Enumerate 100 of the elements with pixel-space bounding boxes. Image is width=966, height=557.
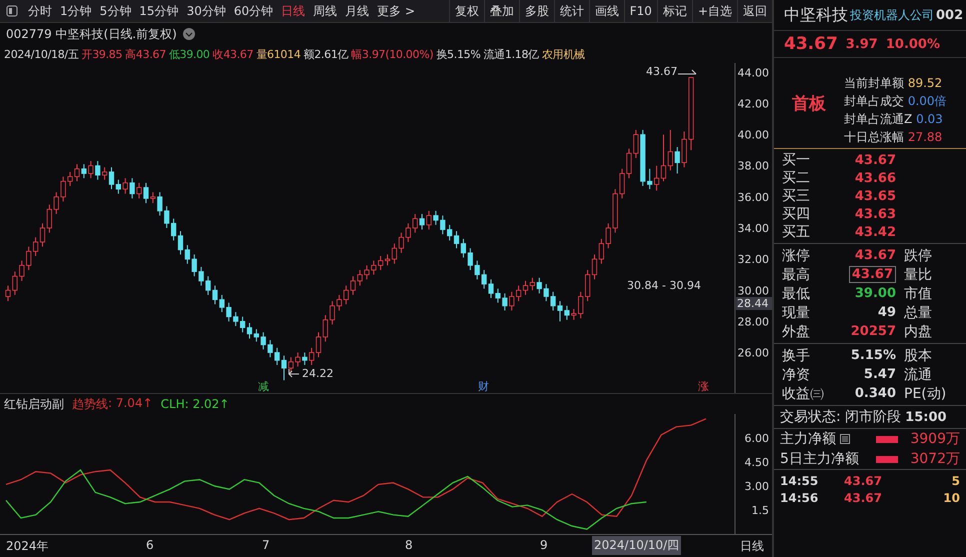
candlestick	[150, 192, 156, 204]
stat-value: 43.67	[848, 266, 896, 283]
stat-value: 20257	[850, 324, 896, 339]
dropdown-icon[interactable]	[182, 28, 195, 40]
toolbar-button[interactable]: 返回	[737, 0, 772, 22]
toolbar-button[interactable]: 画线	[588, 0, 624, 22]
stat-label: PE(动)	[903, 384, 948, 402]
stat-value: 39.00	[854, 286, 896, 301]
tick-time: 14:56	[780, 490, 820, 504]
quote-text: 2024/10/18/五	[4, 46, 79, 62]
stat-label: 涨停	[782, 246, 811, 264]
indicator-tick: 3.00	[744, 480, 769, 493]
candlestick	[564, 305, 570, 320]
price-tick: 32.00	[738, 253, 769, 266]
quote-text: 量61014	[256, 46, 301, 62]
candlestick	[102, 166, 108, 180]
tick-volume: 10	[943, 490, 960, 504]
period-label: 日线	[740, 538, 764, 555]
list-icon[interactable]	[840, 434, 850, 444]
candlestick	[654, 165, 660, 192]
stat-label: 股本	[903, 346, 933, 364]
period-tab[interactable]: 5分钟	[96, 0, 136, 22]
price-change: 3.97	[846, 36, 878, 52]
indicator-tick: 4.50	[744, 456, 769, 469]
candlestick	[81, 164, 86, 179]
candlestick	[5, 285, 11, 302]
price-tick: 26.00	[738, 346, 769, 360]
period-tab[interactable]: 30分钟	[182, 0, 230, 22]
more-button[interactable]: 更多 >	[373, 0, 419, 22]
seal-value: 27.88	[908, 130, 942, 144]
candlestick	[143, 182, 149, 204]
candlestick	[212, 285, 218, 305]
toolbar-button[interactable]: 标记	[656, 0, 692, 22]
status-time: 15:00	[905, 410, 947, 424]
change-percent: 10.00%	[886, 36, 940, 52]
stat-label: 外盘	[782, 322, 811, 340]
period-tab[interactable]: 分时	[24, 0, 56, 22]
event-marker: 涨	[698, 379, 709, 394]
stat-label: 量比	[903, 266, 933, 284]
range-label: 30.84 - 30.94	[627, 279, 701, 292]
bid-price: 43.65	[854, 188, 896, 204]
flow-bar	[876, 456, 898, 462]
toolbar-button[interactable]: F10	[624, 0, 657, 22]
bid-label: 买二	[782, 169, 811, 187]
event-marker: 财	[478, 379, 489, 394]
stat-value: 0.340	[854, 386, 896, 401]
quote-text: 收43.67	[212, 46, 254, 62]
tick-price: 43.67	[844, 474, 883, 488]
candlestick	[95, 160, 100, 180]
event-marker: 减	[258, 379, 269, 394]
candlestick	[384, 254, 390, 266]
tick-time: 14:55	[780, 474, 820, 488]
candlestick	[116, 179, 121, 194]
date-label: 7	[262, 538, 270, 552]
price-tick: 40.00	[738, 128, 769, 142]
candlestick	[557, 300, 563, 322]
period-tab[interactable]: 15分钟	[135, 0, 183, 22]
stat-label: 最高	[782, 266, 811, 284]
candlestick	[350, 276, 356, 296]
toolbar-button[interactable]: 统计	[554, 0, 589, 22]
stock-name: 中坚科技	[784, 4, 848, 26]
toolbar-button[interactable]: 叠加	[484, 0, 519, 22]
quote-text: 低39.00	[168, 46, 210, 62]
candlestick	[454, 230, 460, 249]
seal-value: 0.00倍	[908, 94, 947, 108]
seal-value: 0.03	[916, 112, 943, 126]
toolbar-button[interactable]: +自选	[692, 0, 737, 22]
quote-text: 农用机械	[542, 46, 585, 62]
toolbar-button[interactable]: 多股	[518, 0, 554, 22]
flow-label: 主力净额	[780, 430, 836, 448]
period-tab[interactable]: 月线	[341, 0, 374, 22]
candlestick	[122, 178, 128, 194]
last-price: 43.67	[784, 34, 838, 54]
price-tick: 38.00	[738, 160, 769, 173]
candlestick	[281, 355, 287, 381]
candlestick	[108, 166, 114, 190]
candlestick	[40, 222, 46, 248]
quote-text: 换5.15%	[436, 46, 481, 62]
period-tab[interactable]: 日线	[277, 0, 310, 22]
candlestick	[522, 280, 528, 296]
indicator-name[interactable]: 红钻启动副	[4, 396, 64, 412]
stat-label: 流通	[903, 366, 933, 384]
period-tab[interactable]: 60分钟	[230, 0, 278, 22]
candlestick	[88, 160, 94, 179]
flow-value: 3909万	[910, 430, 960, 448]
concept-tag[interactable]: 投资机器人公司	[850, 6, 934, 24]
candlestick	[419, 213, 425, 230]
toolbar-button[interactable]: 复权	[448, 0, 484, 22]
period-tab[interactable]: 1分钟	[56, 0, 96, 22]
panel-toggle-icon[interactable]	[6, 5, 18, 17]
period-tab[interactable]: 周线	[309, 0, 342, 22]
stat-label: 换手	[782, 346, 811, 364]
candlestick	[302, 352, 308, 366]
series-name: CLH	[160, 397, 185, 411]
candlestick	[136, 182, 142, 199]
flow-label: 5日主力净额	[780, 450, 859, 468]
series-value: : 2.02↑	[184, 397, 230, 411]
candlestick	[674, 146, 680, 174]
bid-label: 买五	[782, 223, 811, 241]
candlestick	[592, 254, 598, 280]
